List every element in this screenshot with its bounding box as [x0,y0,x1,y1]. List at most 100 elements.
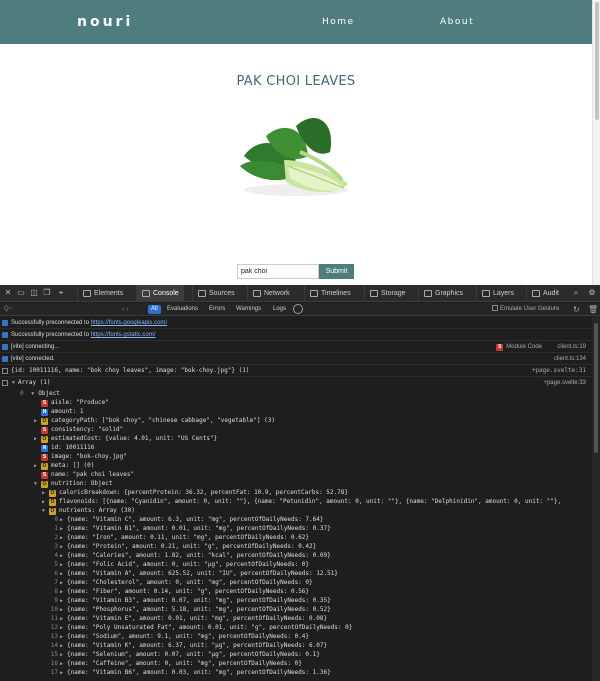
brand-logo[interactable]: nouri [77,14,133,30]
log-text[interactable]: Array (1) [18,379,51,386]
log-source-link[interactable]: client.ts:19 [557,341,586,352]
filter-options-icon[interactable] [293,304,303,314]
undock-icon[interactable]: ❐ [43,289,51,297]
food-search-input[interactable] [237,264,319,279]
log-text[interactable]: {id: 10011116, name: "bok choy leaves", … [11,367,249,374]
tree-item[interactable]: 12 ▶ {name: "Poly Unsaturated Fat", amount… [0,623,592,632]
tree-item[interactable]: 6 ▶ {name: "Vitamin A", amount: 625.52, un… [0,569,592,578]
expand-triangle-icon[interactable]: ▶ [60,606,67,614]
tree-item[interactable]: 0 ▶ {name: "Vitamin C", amount: 6.3, unit:… [0,515,592,524]
expand-triangle-icon[interactable]: ▼ [11,377,18,389]
tree-item[interactable]: 16 ▶ {name: "Caffeine", amount: 0, unit: "… [0,659,592,668]
level-all[interactable]: All [148,305,161,314]
expand-triangle-icon[interactable]: ▶ [60,588,67,596]
inspect-element-icon[interactable]: ⌖ [57,289,65,297]
level-evaluations[interactable]: Evaluations [164,305,201,314]
tree-item[interactable]: ▶ OcaloricBreakdown: {percentProtein: 36.… [0,488,592,497]
tab-network[interactable]: Network [247,285,290,302]
clear-console-icon[interactable]: 🗑 [588,305,598,314]
page-scrollbar-thumb[interactable] [595,2,599,120]
tab-layers[interactable]: Layers [476,285,514,302]
tree-item[interactable]: 4 ▶ {name: "Calories", amount: 1.82, unit:… [0,551,592,560]
log-source-link[interactable]: +page.svelte:33 [543,377,586,389]
tree-item[interactable]: 7 ▶ {name: "Cholesterol", amount: 0, unit:… [0,578,592,587]
filter-nav-arrows[interactable]: ‹ › [122,305,129,314]
level-warnings[interactable]: Warnings [233,305,264,314]
expand-triangle-icon[interactable]: ▶ [60,669,67,677]
nav-about-link[interactable]: About [440,17,474,27]
log-link[interactable]: https://fonts.googleapis.com/ [91,320,167,326]
expand-triangle-icon[interactable]: ▼ [42,507,49,515]
expand-triangle-icon[interactable]: ▶ [42,489,49,497]
tree-item[interactable]: Simage: "bok-choy.jpg" [0,452,592,461]
tab-timelines[interactable]: Timelines [304,285,351,302]
tab-graphics[interactable]: Graphics [418,285,463,302]
submit-button[interactable]: Submit [319,264,354,279]
tab-sources[interactable]: Sources [192,285,235,302]
expand-triangle-icon[interactable]: ▶ [34,435,41,443]
expand-triangle-icon[interactable]: ▶ [34,417,41,425]
expand-triangle-icon[interactable]: ▶ [60,543,67,551]
level-errors[interactable]: Errors [206,305,228,314]
tree-item[interactable]: 2 ▶ {name: "Iron", amount: 0.11, unit: "mg… [0,533,592,542]
expand-triangle-icon[interactable]: ▶ [42,498,49,506]
settings-gear-icon[interactable]: ⚙ [588,289,596,297]
expand-triangle-icon[interactable]: ▶ [60,615,67,623]
console-scrollbar-thumb[interactable] [594,323,598,453]
tab-storage[interactable]: Storage [364,285,406,302]
expand-triangle-icon[interactable]: ▶ [60,516,67,524]
tree-item[interactable]: 15 ▶ {name: "Selenium", amount: 0.07, unit… [0,650,592,659]
close-icon[interactable]: ✕ [4,289,12,297]
tree-item[interactable]: Saisle: "Produce" [0,398,592,407]
search-icon[interactable]: ⌕ [572,289,580,297]
tree-item[interactable]: Sname: "pak choi leaves" [0,470,592,479]
expand-triangle-icon[interactable]: ▶ [60,597,67,605]
emulate-checkbox-icon[interactable] [492,305,498,311]
tree-item[interactable]: 9 ▶ {name: "Vitamin B3", amount: 0.07, uni… [0,596,592,605]
dock-bottom-icon[interactable]: ▭ [17,289,25,297]
nav-home-link[interactable]: Home [322,17,355,27]
tree-item[interactable]: ▼ Onutrients: Array (30) [0,506,592,515]
tree-item[interactable]: 0 ▼ Object [0,389,592,398]
console-filter-input[interactable]: Q~ [4,305,104,314]
tree-item[interactable]: 11 ▶ {name: "Vitamin E", amount: 0.01, uni… [0,614,592,623]
log-source-link[interactable]: +page.svelte:31 [532,365,586,376]
tab-elements[interactable]: Elements [77,285,123,302]
expand-triangle-icon[interactable]: ▶ [60,651,67,659]
tree-item[interactable]: 5 ▶ {name: "Folic Acid", amount: 0, unit: … [0,560,592,569]
expand-triangle-icon[interactable]: ▶ [60,525,67,533]
expand-triangle-icon[interactable]: ▶ [60,561,67,569]
expand-triangle-icon[interactable]: ▶ [34,462,41,470]
page-scrollbar[interactable] [592,0,600,285]
tree-item[interactable]: ▶ Oflavonoids: [{name: "Cyanidin", amount… [0,497,592,506]
tree-item[interactable]: ▶ OcategoryPath: ["bok choy", "chinese ca… [0,416,592,425]
tree-item[interactable]: 1 ▶ {name: "Vitamin B1", amount: 0.01, uni… [0,524,592,533]
tree-item[interactable]: ▼ Onutrition: Object [0,479,592,488]
tab-audit[interactable]: Audit [526,285,559,302]
refresh-icon[interactable]: ↻ [573,305,580,314]
tree-item[interactable]: 17 ▶ {name: "Vitamin B6", amount: 0.03, un… [0,668,592,677]
level-logs[interactable]: Logs [270,305,289,314]
log-source-link[interactable]: client.ts:134 [554,353,586,364]
tree-item[interactable]: 3 ▶ {name: "Protein", amount: 0.21, unit: … [0,542,592,551]
emulate-user-gesture[interactable]: Emulate User Gesture [492,305,559,314]
expand-triangle-icon[interactable]: ▶ [60,570,67,578]
expand-triangle-icon[interactable]: ▶ [60,633,67,641]
dock-side-icon[interactable]: ◫ [30,289,38,297]
console-scrollbar[interactable] [592,317,600,681]
expand-triangle-icon[interactable]: ▼ [34,480,41,488]
tree-item[interactable]: ▶ OestimatedCost: {value: 4.01, unit: "US… [0,434,592,443]
expand-triangle-icon[interactable]: ▶ [60,534,67,542]
tree-item[interactable]: Sconsistency: "solid" [0,425,592,434]
tree-item[interactable]: ▶ Ometa: [] (0) [0,461,592,470]
expand-triangle-icon[interactable]: ▶ [60,552,67,560]
tree-item[interactable]: Namount: 1 [0,407,592,416]
tree-item[interactable]: Nid: 10011116 [0,443,592,452]
tab-console[interactable]: Console [136,285,184,302]
tree-item[interactable]: 8 ▶ {name: "Fiber", amount: 0.14, unit: "g… [0,587,592,596]
expand-triangle-icon[interactable]: ▶ [60,642,67,650]
expand-triangle-icon[interactable]: ▶ [60,624,67,632]
log-link[interactable]: https://fonts.gstatic.com/ [91,332,156,338]
tree-item[interactable]: 10 ▶ {name: "Phosphorus", amount: 5.18, un… [0,605,592,614]
expand-triangle-icon[interactable]: ▶ [60,579,67,587]
